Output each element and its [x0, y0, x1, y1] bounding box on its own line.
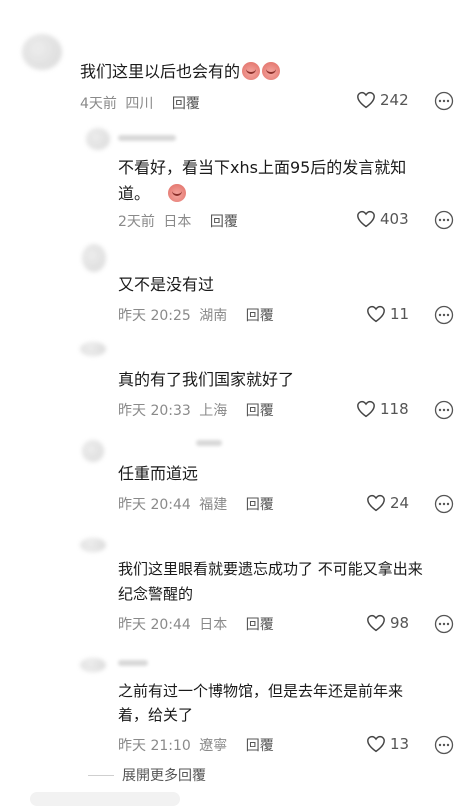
comment-date: 昨天 21:10 [118, 738, 191, 754]
comment-location: 日本 [199, 617, 228, 633]
heart-outline-icon [367, 494, 385, 512]
comment-location: 遼寧 [199, 738, 228, 754]
like-count: 24 [390, 494, 410, 512]
comment-date: 4天前 [80, 96, 117, 112]
like-button[interactable]: 118 [356, 400, 409, 418]
like-count: 11 [390, 305, 410, 323]
comment-meta: 昨天 20:25 湖南 回覆 [118, 305, 274, 325]
comment-text-line: 着，给关了 [118, 706, 194, 724]
comment-text: 任重而道远 [118, 464, 199, 483]
comment-meta: 昨天 20:44 福建 回覆 [118, 494, 274, 514]
avatar[interactable] [82, 244, 106, 272]
comment-location: 湖南 [199, 308, 228, 324]
heart-outline-icon [357, 91, 375, 109]
crying-face-emoji-icon [262, 62, 281, 80]
comment-location: 四川 [125, 96, 154, 112]
reply-button[interactable]: 回覆 [246, 497, 274, 513]
crying-face-emoji-icon [242, 62, 261, 80]
expand-more-replies-button[interactable]: 展開更多回覆 [88, 765, 206, 785]
like-button[interactable]: 98 [366, 614, 409, 632]
like-count: 98 [390, 614, 410, 632]
comment-text: 我们这里以后也会有的 [80, 60, 281, 84]
more-dots-icon[interactable] [434, 91, 454, 111]
comment-text-line: 道。 [118, 182, 187, 206]
comment-text-line: 之前有过一个博物馆，但是去年还是前年来 [118, 682, 404, 700]
more-dots-icon[interactable] [434, 614, 454, 634]
comment-location: 日本 [163, 214, 192, 230]
avatar[interactable] [22, 34, 62, 70]
heart-outline-icon [357, 400, 375, 418]
reply-button[interactable]: 回覆 [172, 96, 200, 112]
comment-meta: 2天前 日本 回覆 [118, 211, 238, 231]
more-dots-icon[interactable] [434, 494, 454, 514]
reply-button[interactable]: 回覆 [210, 214, 238, 230]
avatar[interactable] [80, 658, 106, 672]
comment-meta: 4天前 四川 回覆 [80, 93, 200, 113]
comment-date: 昨天 20:25 [118, 308, 191, 324]
reply-button[interactable]: 回覆 [246, 617, 274, 633]
like-button[interactable]: 24 [366, 494, 409, 512]
like-count: 118 [380, 400, 409, 418]
heart-outline-icon [367, 735, 385, 753]
reply-button[interactable]: 回覆 [246, 738, 274, 754]
comment-text-line: 我们这里眼看就要遗忘成功了 不可能又拿出来 [118, 560, 423, 578]
comment-meta: 昨天 20:33 上海 回覆 [118, 400, 274, 420]
avatar[interactable] [82, 440, 104, 462]
comment-date: 昨天 20:44 [118, 617, 191, 633]
reply-button[interactable]: 回覆 [246, 308, 274, 324]
like-button[interactable]: 11 [366, 305, 409, 323]
comment-date: 2天前 [118, 214, 155, 230]
username-blurred [118, 660, 148, 666]
more-dots-icon[interactable] [434, 735, 454, 755]
comment-text-line: 不看好，看当下xhs上面95后的发言就知 [118, 158, 407, 177]
username-blurred [196, 440, 222, 446]
comment-date: 昨天 20:33 [118, 403, 191, 419]
crying-face-emoji-icon [168, 184, 187, 202]
reply-button[interactable]: 回覆 [246, 403, 274, 419]
bottom-bar-hint [30, 792, 180, 806]
avatar[interactable] [80, 342, 106, 356]
heart-outline-icon [357, 210, 375, 228]
comment-meta: 昨天 21:10 遼寧 回覆 [118, 735, 274, 755]
more-dots-icon[interactable] [434, 400, 454, 420]
like-button[interactable]: 242 [356, 91, 409, 109]
comment-text-line: 纪念警醒的 [118, 585, 194, 603]
like-count: 13 [390, 735, 410, 753]
like-button[interactable]: 403 [356, 210, 409, 228]
username-blurred [118, 135, 176, 141]
like-button[interactable]: 13 [366, 735, 409, 753]
heart-outline-icon [367, 305, 385, 323]
comment-date: 昨天 20:44 [118, 497, 191, 513]
comment-text: 又不是没有过 [118, 275, 215, 294]
divider-line [88, 774, 114, 776]
like-count: 403 [380, 210, 409, 228]
heart-outline-icon [367, 614, 385, 632]
comment-location: 福建 [199, 497, 228, 513]
like-count: 242 [380, 91, 409, 109]
comment-meta: 昨天 20:44 日本 回覆 [118, 614, 274, 634]
more-dots-icon[interactable] [434, 210, 454, 230]
avatar[interactable] [86, 128, 110, 150]
comment-location: 上海 [199, 403, 228, 419]
expand-more-replies-label: 展開更多回覆 [122, 768, 206, 784]
comment-text: 真的有了我们国家就好了 [118, 370, 295, 389]
more-dots-icon[interactable] [434, 305, 454, 325]
avatar[interactable] [80, 538, 106, 552]
